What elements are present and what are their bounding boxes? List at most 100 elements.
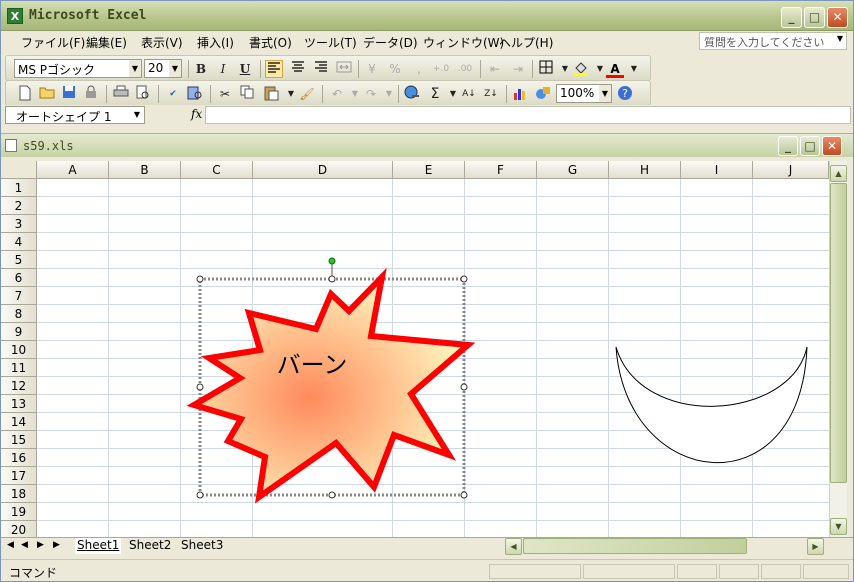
paste-icon[interactable] bbox=[262, 85, 280, 103]
last-sheet-icon[interactable]: ▶ bbox=[53, 540, 60, 550]
scroll-left-button[interactable]: ◀ bbox=[505, 538, 522, 555]
workbook-minimize-button[interactable]: _ bbox=[778, 136, 798, 156]
print-icon[interactable] bbox=[112, 85, 130, 103]
worksheet-grid[interactable]: A B C D E F G H I J 1 2 3 4 5 6 7 8 9 10… bbox=[1, 161, 829, 537]
menu-format[interactable]: 書式(O) bbox=[249, 34, 292, 51]
next-sheet-icon[interactable]: ▶ bbox=[37, 540, 44, 550]
copy-icon[interactable] bbox=[238, 85, 256, 103]
chevron-down-icon[interactable]: ▼ bbox=[169, 60, 181, 77]
drawing-icon[interactable] bbox=[534, 85, 552, 103]
vertical-scroll-thumb[interactable] bbox=[830, 183, 847, 483]
name-box-value: オートシェイプ 1 bbox=[16, 110, 112, 124]
chevron-down-icon[interactable]: ▼ bbox=[599, 85, 611, 102]
autosum-button[interactable]: Σ bbox=[426, 85, 444, 103]
resize-handle[interactable] bbox=[328, 491, 336, 499]
open-folder-icon[interactable] bbox=[38, 85, 56, 103]
chevron-down-icon[interactable]: ▼ bbox=[134, 107, 140, 123]
scroll-up-button[interactable]: ▲ bbox=[830, 165, 847, 182]
menu-insert[interactable]: 挿入(I) bbox=[197, 34, 234, 51]
function-icon[interactable]: fx bbox=[191, 107, 202, 121]
chevron-down-icon[interactable]: ▼ bbox=[837, 34, 843, 43]
resize-handle[interactable] bbox=[460, 275, 468, 283]
minimize-button[interactable]: _ bbox=[781, 7, 802, 28]
question-mark-icon: ? bbox=[618, 86, 632, 100]
currency-style-icon[interactable]: ¥ bbox=[363, 60, 381, 78]
font-name-select[interactable]: MS Pゴシック ▼ bbox=[14, 59, 142, 78]
close-button[interactable]: ✕ bbox=[827, 7, 848, 28]
explosion-shape[interactable] bbox=[186, 267, 476, 504]
decrease-decimal-icon[interactable]: .00 bbox=[456, 60, 474, 78]
menu-view[interactable]: 表示(V) bbox=[141, 34, 183, 51]
chart-wizard-icon[interactable] bbox=[511, 85, 529, 103]
align-center-button[interactable] bbox=[289, 60, 307, 78]
scroll-right-button[interactable]: ▶ bbox=[807, 538, 824, 555]
align-left-button[interactable] bbox=[265, 60, 283, 78]
first-sheet-icon[interactable]: ◀ bbox=[7, 540, 14, 550]
hyperlink-icon[interactable] bbox=[403, 85, 421, 103]
chevron-down-icon[interactable]: ▼ bbox=[380, 85, 398, 103]
rotation-handle[interactable] bbox=[328, 257, 336, 265]
borders-button[interactable] bbox=[537, 60, 555, 78]
workbook-maximize-button[interactable]: □ bbox=[800, 136, 820, 156]
bold-button[interactable]: B bbox=[192, 60, 210, 78]
resize-handle[interactable] bbox=[460, 383, 468, 391]
resize-handle[interactable] bbox=[196, 275, 204, 283]
resize-handle[interactable] bbox=[196, 491, 204, 499]
bar-chart-icon bbox=[514, 89, 525, 100]
decrease-indent-icon[interactable]: ⇤ bbox=[486, 60, 504, 78]
help-icon[interactable]: ? bbox=[616, 85, 634, 103]
resize-handle[interactable] bbox=[196, 383, 204, 391]
shapes-icon bbox=[536, 87, 550, 99]
status-panel bbox=[489, 564, 581, 579]
merge-center-button[interactable] bbox=[335, 60, 353, 78]
fill-color-button[interactable] bbox=[572, 60, 590, 78]
italic-button[interactable]: I bbox=[214, 60, 232, 78]
print-preview-icon[interactable] bbox=[134, 85, 152, 103]
menu-help[interactable]: ヘルプ(H) bbox=[499, 34, 553, 51]
status-panel bbox=[719, 564, 759, 579]
sheet-tab-3[interactable]: Sheet3 bbox=[179, 538, 225, 554]
chevron-down-icon[interactable]: ▼ bbox=[129, 60, 141, 77]
menu-file[interactable]: ファイル(F) bbox=[21, 34, 85, 51]
underline-button[interactable]: U bbox=[236, 60, 254, 78]
research-icon[interactable] bbox=[186, 85, 204, 103]
new-document-icon[interactable] bbox=[16, 85, 34, 103]
formula-input[interactable] bbox=[205, 106, 851, 124]
save-icon[interactable] bbox=[60, 85, 78, 103]
percent-style-button[interactable]: % bbox=[386, 60, 404, 78]
permission-icon[interactable] bbox=[82, 85, 100, 103]
align-right-button[interactable] bbox=[312, 60, 330, 78]
undo-icon[interactable]: ↶ bbox=[328, 85, 346, 103]
sort-ascending-icon[interactable]: A↓ bbox=[460, 85, 478, 103]
menu-edit[interactable]: 編集(E) bbox=[86, 34, 127, 51]
horizontal-scroll-thumb[interactable] bbox=[523, 538, 747, 554]
resize-handle[interactable] bbox=[460, 491, 468, 499]
redo-icon[interactable]: ↷ bbox=[362, 85, 380, 103]
menu-window[interactable]: ウィンドウ(W) bbox=[423, 34, 504, 51]
sheet-tab-1[interactable]: Sheet1 bbox=[75, 538, 122, 554]
name-box[interactable]: オートシェイプ 1 ▼ bbox=[5, 106, 145, 124]
sort-descending-icon[interactable]: Z↓ bbox=[482, 85, 500, 103]
maximize-button[interactable]: □ bbox=[804, 7, 825, 28]
prev-sheet-icon[interactable]: ◀ bbox=[21, 540, 28, 550]
sheet-tab-2[interactable]: Sheet2 bbox=[127, 538, 173, 554]
chevron-down-icon[interactable]: ▼ bbox=[625, 60, 643, 78]
format-painter-icon[interactable]: 🖌 bbox=[298, 85, 316, 103]
font-size-select[interactable]: 20 ▼ bbox=[144, 59, 182, 78]
font-color-icon[interactable]: A bbox=[606, 60, 624, 78]
menu-data[interactable]: データ(D) bbox=[363, 34, 418, 51]
workbook-close-button[interactable]: ✕ bbox=[822, 136, 842, 156]
cut-icon[interactable]: ✂ bbox=[216, 85, 234, 103]
comma-style-button[interactable]: , bbox=[410, 60, 428, 78]
increase-indent-icon[interactable]: ⇥ bbox=[509, 60, 527, 78]
scroll-down-button[interactable]: ▼ bbox=[830, 518, 847, 535]
moon-shape[interactable] bbox=[615, 346, 808, 464]
help-search-input[interactable]: 質問を入力してください ▼ bbox=[699, 32, 847, 50]
increase-decimal-icon[interactable]: +.0 bbox=[432, 60, 450, 78]
vertical-scrollbar[interactable]: ▲ ▼ bbox=[829, 161, 847, 537]
menu-tools[interactable]: ツール(T) bbox=[304, 34, 357, 51]
resize-handle[interactable] bbox=[328, 275, 336, 283]
window-title: Microsoft Excel bbox=[29, 8, 147, 23]
zoom-select[interactable]: 100% ▼ bbox=[556, 84, 612, 103]
spelling-icon[interactable]: ✔ bbox=[164, 85, 182, 103]
